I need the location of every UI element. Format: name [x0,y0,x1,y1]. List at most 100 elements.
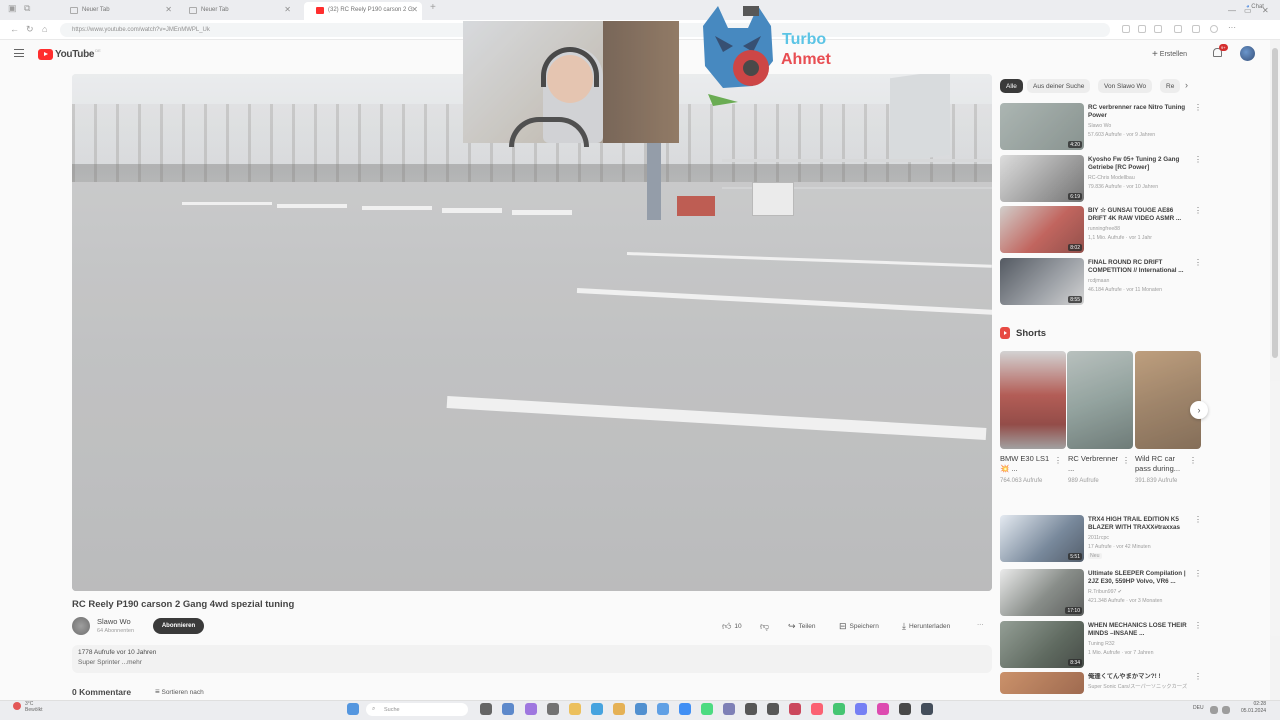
description-text[interactable]: Super Sprinter ...mehr [78,659,142,666]
tab-new-tab-2[interactable]: Neuer Tab ✕ [177,2,295,20]
close-icon[interactable]: ✕ [284,5,291,14]
short-thumbnail[interactable] [1000,351,1066,449]
store-icon[interactable] [635,703,647,715]
video-thumbnail[interactable]: 8:34 [1000,621,1084,668]
profile-icon[interactable]: ▣ [8,3,17,14]
volume-icon[interactable] [1222,706,1230,714]
favorites-icon[interactable] [1192,25,1200,33]
window-close-icon[interactable]: ✕ [1262,6,1269,15]
video-thumbnail[interactable]: 8:02 [1000,206,1084,253]
recommendation-title[interactable]: TRX4 HIGH TRAIL EDITION K5 BLAZER WITH T… [1088,516,1192,532]
sort-comments-button[interactable]: ≡ Sortieren nach [155,687,204,696]
discord-icon[interactable] [855,703,867,715]
video-thumbnail[interactable]: 8:55 [1000,258,1084,305]
extension-icon[interactable] [1174,25,1182,33]
taskbar-search[interactable]: ⌕ Suche [366,703,468,716]
windows-start-icon[interactable] [347,703,359,715]
recommendation-channel[interactable]: 2011rcpc [1088,535,1109,541]
like-button[interactable]: 👍︎ 10 [722,619,742,633]
recommendation-title[interactable]: Kyosho Fw 05+ Tuning 2 Gang Getriebe [RC… [1088,156,1192,172]
more-vert-icon[interactable]: ⋮ [1194,672,1200,681]
chip-from-search[interactable]: Aus deiner Suche [1027,79,1091,93]
recommendation-title[interactable]: RC verbrenner race Nitro Tuning Power [1088,104,1192,120]
recommendation-item[interactable]: 6:19 Kyosho Fw 05+ Tuning 2 Gang Getrieb… [1000,155,1202,203]
recommendation-title[interactable]: BIY ☆ GUNSAI TOUGE AE86 DRIFT 4K RAW VID… [1088,207,1192,223]
download-button[interactable]: ⤓ Herunterladen [902,619,950,633]
new-tab-button[interactable]: + [430,2,436,13]
video-player[interactable] [72,74,992,591]
more-vert-icon[interactable]: ⋮ [1054,456,1062,465]
tab-youtube-video[interactable]: (32) RC Reely P190 carson 2 G ✕ [304,2,422,20]
short-thumbnail[interactable] [1067,351,1133,449]
chip-from-channel[interactable]: Von Slawo Wo [1098,79,1153,93]
more-vert-icon[interactable]: ⋮ [1194,515,1202,524]
app-icon[interactable] [745,703,757,715]
steam-icon[interactable] [921,703,933,715]
more-vert-icon[interactable]: ⋮ [1194,569,1202,578]
short-thumbnail[interactable] [1135,351,1201,449]
subscribe-button[interactable]: Abonnieren [153,618,204,634]
recommendation-title[interactable]: FINAL ROUND RC DRIFT COMPETITION // Inte… [1088,259,1192,275]
short-title[interactable]: Wild RC car pass during... [1135,454,1189,474]
app-icon[interactable] [547,703,559,715]
dislike-button[interactable]: 👎︎ [760,619,772,633]
recommendation-channel[interactable]: rcdjmaan [1088,278,1109,284]
app-icon[interactable] [899,703,911,715]
video-thumbnail[interactable]: 4:20 [1000,103,1084,150]
close-icon[interactable]: ✕ [411,5,418,14]
chrome-icon[interactable] [613,703,625,715]
account-avatar[interactable] [1240,46,1255,61]
youtube-logo[interactable]: YouTube DE [38,48,101,60]
recommendation-item[interactable]: 4:20 RC verbrenner race Nitro Tuning Pow… [1000,103,1202,151]
edge-icon[interactable] [591,703,603,715]
recommendation-item[interactable]: 17:10 Ultimate SLEEPER Compilation | 2JZ… [1000,569,1202,617]
recommendation-item[interactable]: 5:51 TRX4 HIGH TRAIL EDITION K5 BLAZER W… [1000,515,1202,563]
more-vert-icon[interactable]: ⋮ [1122,456,1130,465]
home-icon[interactable]: ⌂ [42,24,47,34]
recommendation-channel[interactable]: RC-Chris Modellbau [1088,175,1135,181]
reload-icon[interactable]: ↻ [26,24,34,35]
copilot-icon[interactable] [525,703,537,715]
recommendation-item[interactable]: 8:34 WHEN MECHANICS LOSE THEIR MINDS –IN… [1000,621,1202,669]
description-box[interactable] [72,645,992,673]
short-title[interactable]: BMW E30 LS1 💥 ... [1000,454,1054,474]
more-vert-icon[interactable]: ⋮ [1194,258,1202,267]
obs-icon[interactable] [767,703,779,715]
menu-icon[interactable] [14,49,24,57]
recommendation-item[interactable]: 8:02 BIY ☆ GUNSAI TOUGE AE86 DRIFT 4K RA… [1000,206,1202,254]
shorts-next-chevron-icon[interactable]: › [1190,401,1208,419]
input-language[interactable]: DEU [1193,705,1204,711]
more-vert-icon[interactable]: ⋮ [1194,206,1202,215]
channel-name[interactable]: Slawo Wo [97,617,131,626]
create-button[interactable]: + Erstellen [1152,46,1187,60]
chip-all[interactable]: Alle [1000,79,1023,93]
close-icon[interactable]: ✕ [165,5,172,14]
channel-avatar[interactable] [72,617,90,635]
recommendation-channel[interactable]: runningfree88 [1088,226,1120,232]
extension-icon[interactable] [1122,25,1130,33]
save-button[interactable]: ⊟ Speichern [839,619,879,633]
app-icon[interactable] [789,703,801,715]
more-actions-button[interactable]: ··· [977,619,984,633]
favorite-icon[interactable] [1138,25,1146,33]
tab-actions-icon[interactable]: ⧉ [24,3,30,14]
video-thumbnail[interactable]: 17:10 [1000,569,1084,616]
whatsapp-icon[interactable] [701,703,713,715]
recommendation-channel[interactable]: Slawo Wo [1088,123,1111,129]
music-icon[interactable] [811,703,823,715]
network-icon[interactable] [1210,706,1218,714]
recommendation-channel[interactable]: Tuning R32 [1088,641,1115,647]
recommendation-item[interactable]: 俺達くてんやまかマン?! ! Super Sonic Cars/ス一パ一ソニック… [1000,672,1200,698]
recommendation-channel[interactable]: Super Sonic Cars/ス一パ一ソニックカ一ズ [1088,683,1187,690]
profile-avatar-icon[interactable] [1210,25,1218,33]
teams-icon[interactable] [723,703,735,715]
settings-more-icon[interactable]: ··· [1228,23,1236,32]
more-vert-icon[interactable]: ⋮ [1194,621,1202,630]
recommendation-channel[interactable]: R.Tribun997 ✔ [1088,589,1122,595]
weather-widget[interactable]: 3°C Bewölkt [13,701,43,713]
recommendation-title[interactable]: 俺達くてんやまかマン?! ! [1088,673,1192,681]
video-thumbnail[interactable] [1000,672,1084,694]
more-vert-icon[interactable]: ⋮ [1194,155,1202,164]
spotify-icon[interactable] [833,703,845,715]
file-explorer-icon[interactable] [569,703,581,715]
